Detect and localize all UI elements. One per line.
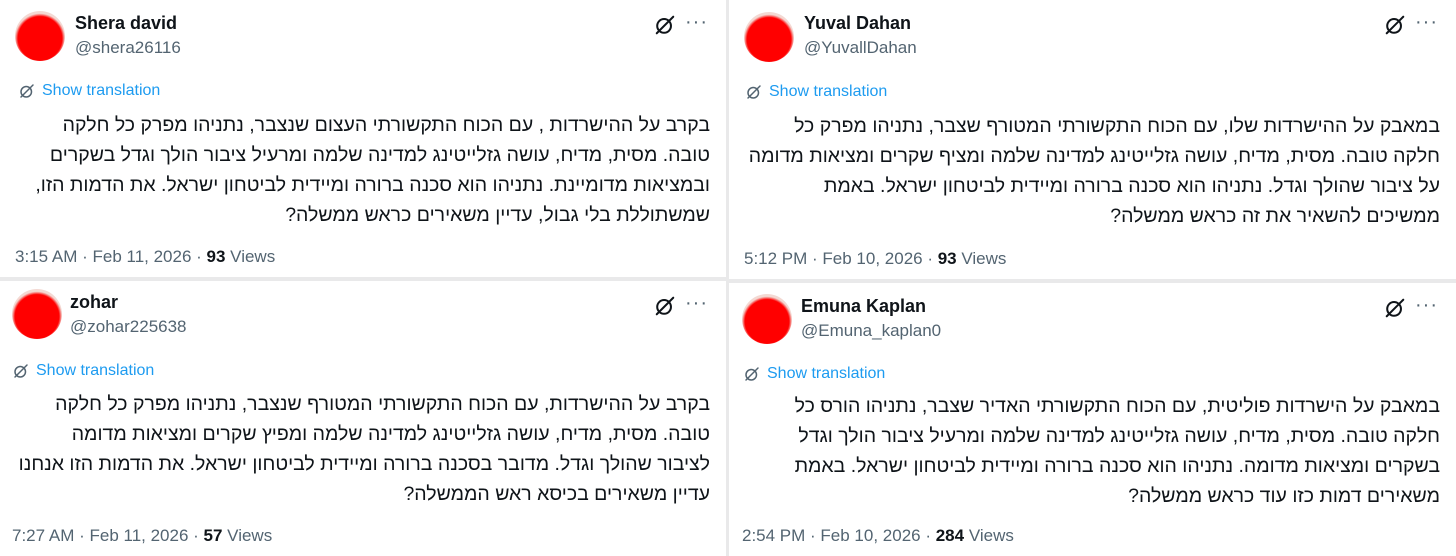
more-options-icon[interactable]: ··· — [1415, 294, 1438, 316]
grok-icon — [745, 367, 759, 381]
show-translation-label[interactable]: Show translation — [42, 82, 160, 100]
grok-icon[interactable] — [654, 14, 676, 36]
tweet-meta: 3:15 AM · Feb 11, 2026 · 93 Views — [15, 247, 275, 267]
author-name[interactable]: zohar — [70, 292, 118, 313]
tweet-card[interactable]: Emuna Kaplan @Emuna_kaplan0 ··· Show tra… — [729, 283, 1456, 556]
tweet-card[interactable]: Shera david @shera26116 ··· Show transla… — [0, 0, 726, 277]
tweet-text: בקרב על ההישרדות , עם הכוח התקשורתי העצו… — [35, 114, 710, 226]
tweet-text: בקרב על ההישרדות, עם הכוח התקשורתי המטור… — [18, 393, 710, 505]
author-name[interactable]: Shera david — [75, 13, 177, 34]
author-handle[interactable]: @zohar225638 — [70, 317, 187, 337]
show-translation-link[interactable]: Show translation — [745, 83, 887, 101]
views-label[interactable]: Views — [222, 526, 272, 545]
grok-icon[interactable] — [1384, 14, 1406, 36]
views-label[interactable]: Views — [964, 526, 1014, 545]
more-options-icon[interactable]: ··· — [1415, 11, 1438, 33]
show-translation-link[interactable]: Show translation — [743, 365, 885, 383]
grok-icon — [20, 84, 34, 98]
views-count[interactable]: 93 — [207, 247, 226, 266]
author-name[interactable]: Emuna Kaplan — [801, 296, 926, 317]
tweet-meta: 5:12 PM · Feb 10, 2026 · 93 Views — [744, 249, 1006, 269]
avatar[interactable] — [744, 12, 794, 62]
author-handle[interactable]: @Emuna_kaplan0 — [801, 321, 941, 341]
tweet-meta: 7:27 AM · Feb 11, 2026 · 57 Views — [12, 526, 272, 546]
tweet-text: במאבק על ההישרדות שלו, עם הכוח התקשורתי … — [748, 115, 1440, 227]
timestamp[interactable]: 5:12 PM · Feb 10, 2026 · — [744, 249, 938, 268]
timestamp[interactable]: 3:15 AM · Feb 11, 2026 · — [15, 247, 207, 266]
tweet-card[interactable]: Yuval Dahan @YuvallDahan ··· Show transl… — [729, 0, 1456, 279]
views-count[interactable]: 284 — [936, 526, 964, 545]
show-translation-label[interactable]: Show translation — [36, 362, 154, 380]
timestamp[interactable]: 2:54 PM · Feb 10, 2026 · — [742, 526, 936, 545]
views-label[interactable]: Views — [957, 249, 1006, 268]
author-name[interactable]: Yuval Dahan — [804, 13, 911, 34]
show-translation-link[interactable]: Show translation — [12, 362, 154, 380]
show-translation-link[interactable]: Show translation — [18, 82, 160, 100]
author-handle[interactable]: @YuvallDahan — [804, 38, 917, 58]
author-handle[interactable]: @shera26116 — [75, 38, 181, 58]
grok-icon[interactable] — [1384, 297, 1406, 319]
more-options-icon[interactable]: ··· — [685, 11, 708, 33]
avatar[interactable] — [742, 294, 792, 344]
show-translation-label[interactable]: Show translation — [767, 365, 885, 383]
avatar[interactable] — [12, 289, 62, 339]
views-label[interactable]: Views — [225, 247, 275, 266]
more-options-icon[interactable]: ··· — [685, 292, 708, 314]
grok-icon — [747, 85, 761, 99]
timestamp[interactable]: 7:27 AM · Feb 11, 2026 · — [12, 526, 204, 545]
views-count[interactable]: 93 — [938, 249, 957, 268]
grok-icon — [14, 364, 28, 378]
tweet-text: במאבק על הישרדות פוליטית, עם הכוח התקשור… — [794, 395, 1440, 507]
tweet-card[interactable]: zohar @zohar225638 ··· Show translation … — [0, 281, 726, 556]
tweet-meta: 2:54 PM · Feb 10, 2026 · 284 Views — [742, 526, 1014, 546]
grok-icon[interactable] — [654, 295, 676, 317]
avatar[interactable] — [15, 11, 65, 61]
views-count[interactable]: 57 — [204, 526, 223, 545]
show-translation-label[interactable]: Show translation — [769, 83, 887, 101]
